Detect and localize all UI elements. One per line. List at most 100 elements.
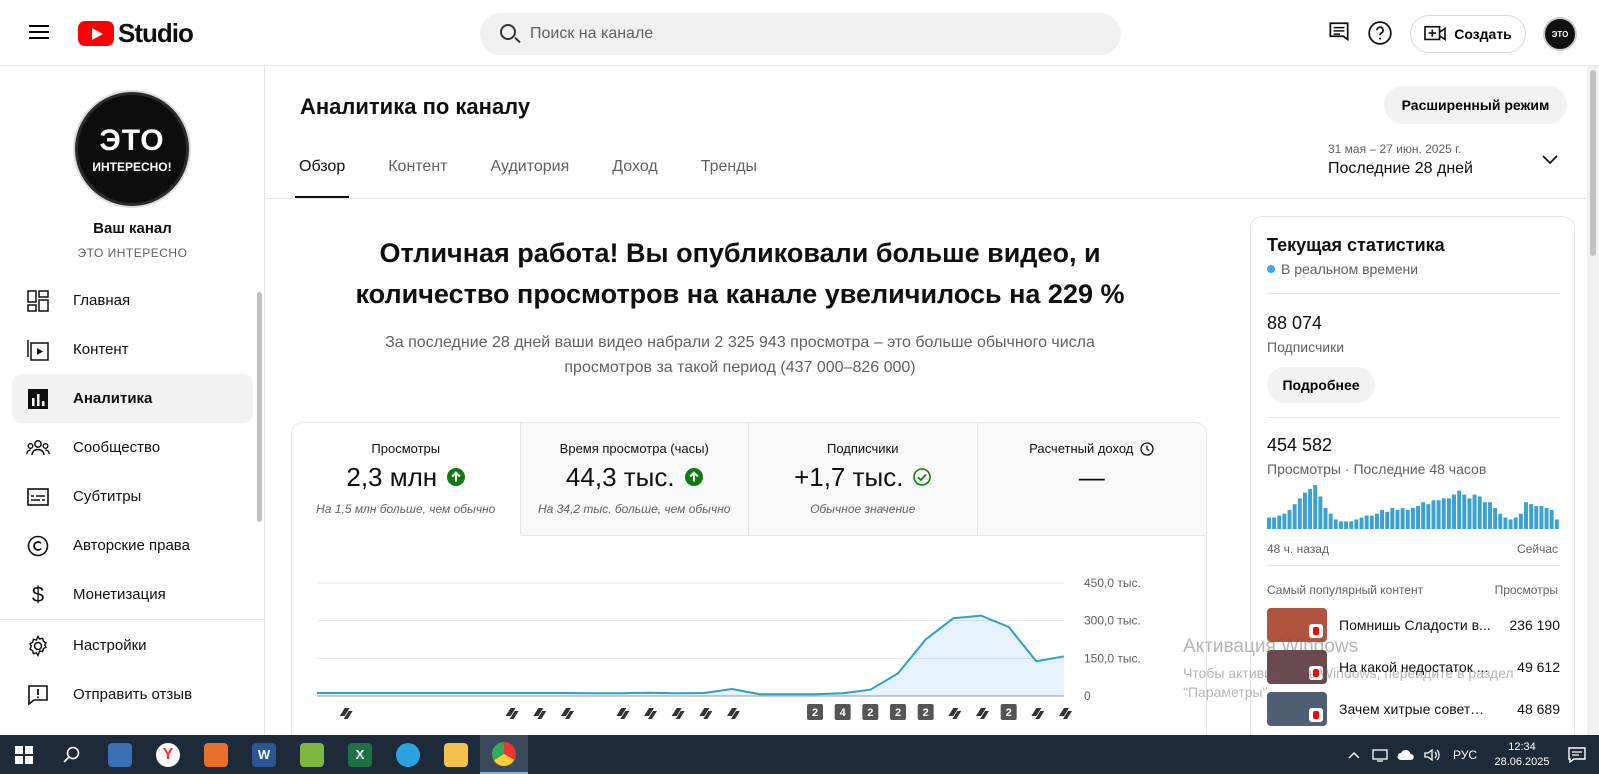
sidebar-item-label: Сообщество xyxy=(73,439,161,456)
shorts-marker-icon xyxy=(644,708,657,719)
channel-name: ЭТО ИНТЕРЕСНО xyxy=(77,246,188,260)
realtime-bar xyxy=(1482,502,1487,529)
tab-revenue[interactable]: Доход xyxy=(612,150,657,199)
subtitles-icon xyxy=(26,485,50,509)
tab-content[interactable]: Контент xyxy=(388,150,447,199)
taskbar-app-notes[interactable] xyxy=(288,735,336,774)
realtime-bar xyxy=(1534,506,1539,529)
metric-tab-watch-time[interactable]: Время просмотра (часы) 44,3 тыс. На 34,2… xyxy=(520,423,749,536)
metric-title: Расчетный доход xyxy=(1029,441,1134,456)
realtime-bar xyxy=(1272,517,1277,529)
y-tick-label: 0 xyxy=(1084,689,1091,703)
network-icon[interactable] xyxy=(1367,735,1393,774)
date-range-text[interactable]: 31 мая – 27 июн. 2025 г. xyxy=(1328,142,1461,156)
advanced-mode-button[interactable]: Расширенный режим xyxy=(1384,86,1567,124)
sidebar-item-copyright[interactable]: Авторские права xyxy=(12,521,253,570)
metric-tabs: Просмотры 2,3 млн На 1,5 млн больше, чем… xyxy=(292,423,1206,536)
volume-icon[interactable] xyxy=(1419,735,1445,774)
realtime-bar xyxy=(1359,517,1364,529)
sidebar-item-analytics[interactable]: Аналитика xyxy=(12,374,253,423)
search-bar[interactable] xyxy=(480,13,1121,55)
video-marker-count: 2 xyxy=(923,707,929,719)
metric-tab-subscribers[interactable]: Подписчики +1,7 тыс. Обычное значение xyxy=(749,423,978,536)
top-content-item[interactable]: Зачем хитрые советск... 48 689 xyxy=(1267,691,1560,727)
chevron-down-icon[interactable] xyxy=(1542,152,1558,170)
realtime-bar xyxy=(1488,502,1492,529)
insight-subtext: За последние 28 дней ваши видео набрали … xyxy=(360,330,1120,380)
insight-headline: Отличная работа! Вы опубликовали больше … xyxy=(300,233,1180,315)
studio-logo[interactable]: Studio xyxy=(78,18,194,48)
realtime-bar xyxy=(1364,515,1369,529)
sidebar-item-monetization[interactable]: $ Монетизация xyxy=(12,570,253,619)
video-marker-count: 4 xyxy=(840,707,847,719)
video-thumbnail xyxy=(1267,608,1327,642)
y-tick-label: 450,0 тыс. xyxy=(1084,576,1141,590)
top-content-label: Самый популярный контент xyxy=(1267,583,1424,597)
chevron-up-icon[interactable] xyxy=(1341,735,1367,774)
account-avatar[interactable]: ЭТО xyxy=(1543,17,1577,51)
language-indicator[interactable]: РУС xyxy=(1453,748,1477,762)
more-button[interactable]: Подробнее xyxy=(1267,367,1375,403)
taskbar-app-telegram[interactable] xyxy=(384,735,432,774)
shorts-marker-icon xyxy=(1031,708,1045,719)
notifications-icon[interactable] xyxy=(1555,735,1599,774)
page-scrollbar[interactable] xyxy=(1587,66,1599,735)
metric-tab-revenue[interactable]: Расчетный доход — xyxy=(977,423,1206,536)
tab-audience[interactable]: Аудитория xyxy=(490,150,569,199)
taskbar-app-word[interactable]: W xyxy=(240,735,288,774)
realtime-bar xyxy=(1467,498,1472,529)
channel-avatar[interactable]: ЭТО ИНТЕРЕСНО! xyxy=(75,92,189,206)
tab-trends[interactable]: Тренды xyxy=(701,150,757,199)
taskbar-search-button[interactable] xyxy=(48,735,96,774)
metric-tab-views[interactable]: Просмотры 2,3 млн На 1,5 млн больше, чем… xyxy=(292,423,521,536)
realtime-bar xyxy=(1400,507,1405,529)
sidebar-item-community[interactable]: Сообщество xyxy=(12,423,253,472)
taskbar-app-media[interactable] xyxy=(96,735,144,774)
shorts-marker-icon xyxy=(561,708,574,719)
clock[interactable]: 12:34 28.06.2025 xyxy=(1489,740,1555,770)
taskbar-app-explorer[interactable] xyxy=(432,735,480,774)
tabs-divider xyxy=(266,198,1586,199)
realtime-bar xyxy=(1282,513,1287,529)
search-input[interactable] xyxy=(530,25,1090,43)
realtime-bar xyxy=(1421,502,1426,529)
menu-icon[interactable] xyxy=(24,21,54,45)
subtext-line: просмотров за такой период (437 000–826 … xyxy=(564,359,916,376)
sidebar-item-dashboard[interactable]: Главная xyxy=(12,276,253,325)
taskbar-app-ppt[interactable] xyxy=(192,735,240,774)
tab-overview[interactable]: Обзор xyxy=(294,150,350,199)
realtime-axis-end: Сейчас xyxy=(1517,542,1558,556)
top-content-item[interactable]: Помнишь Сладости в... 236 190 xyxy=(1267,607,1560,643)
windows-taskbar: Y W X РУС 12:34 28.06.2025 xyxy=(0,735,1599,774)
word-icon: W xyxy=(252,742,276,767)
cloud-icon[interactable] xyxy=(1393,735,1419,774)
realtime-title: Текущая статистика xyxy=(1267,235,1445,255)
sidebar-item-settings[interactable]: Настройки xyxy=(12,621,253,670)
messages-icon[interactable] xyxy=(1326,20,1352,46)
search-icon[interactable] xyxy=(488,13,530,55)
top-content-item[interactable]: На какой недостаток ... 49 612 xyxy=(1267,649,1560,685)
realtime-bar xyxy=(1308,488,1313,529)
sidebar-item-content[interactable]: Контент xyxy=(12,325,253,374)
help-icon[interactable] xyxy=(1367,20,1393,46)
metric-title: Просмотры xyxy=(371,441,441,456)
taskbar-app-excel[interactable]: X xyxy=(336,735,384,774)
channel-avatar-big: ЭТО xyxy=(99,124,165,157)
sidebar-item-send-feedback[interactable]: Отправить отзыв xyxy=(12,670,253,719)
community-icon xyxy=(26,436,50,460)
create-button[interactable]: Создать xyxy=(1410,15,1526,53)
shorts-icon xyxy=(1309,666,1323,680)
sidebar-item-subtitles[interactable]: Субтитры xyxy=(12,472,253,521)
sidebar-scrollbar[interactable] xyxy=(257,292,262,522)
taskbar-app-chrome[interactable] xyxy=(480,735,528,774)
taskbar-app-yandex[interactable]: Y xyxy=(144,735,192,774)
date-period-select[interactable]: Последние 28 дней xyxy=(1328,160,1473,178)
page-title: Аналитика по каналу xyxy=(300,94,531,119)
realtime-bar xyxy=(1338,521,1343,529)
start-button[interactable] xyxy=(0,735,48,774)
clock-icon xyxy=(1140,441,1155,456)
sidebar-item-label: Авторские права xyxy=(73,537,190,554)
page-scrollbar-thumb[interactable] xyxy=(1590,70,1596,256)
realtime-bar xyxy=(1344,521,1349,529)
shorts-marker-icon xyxy=(1059,708,1072,719)
